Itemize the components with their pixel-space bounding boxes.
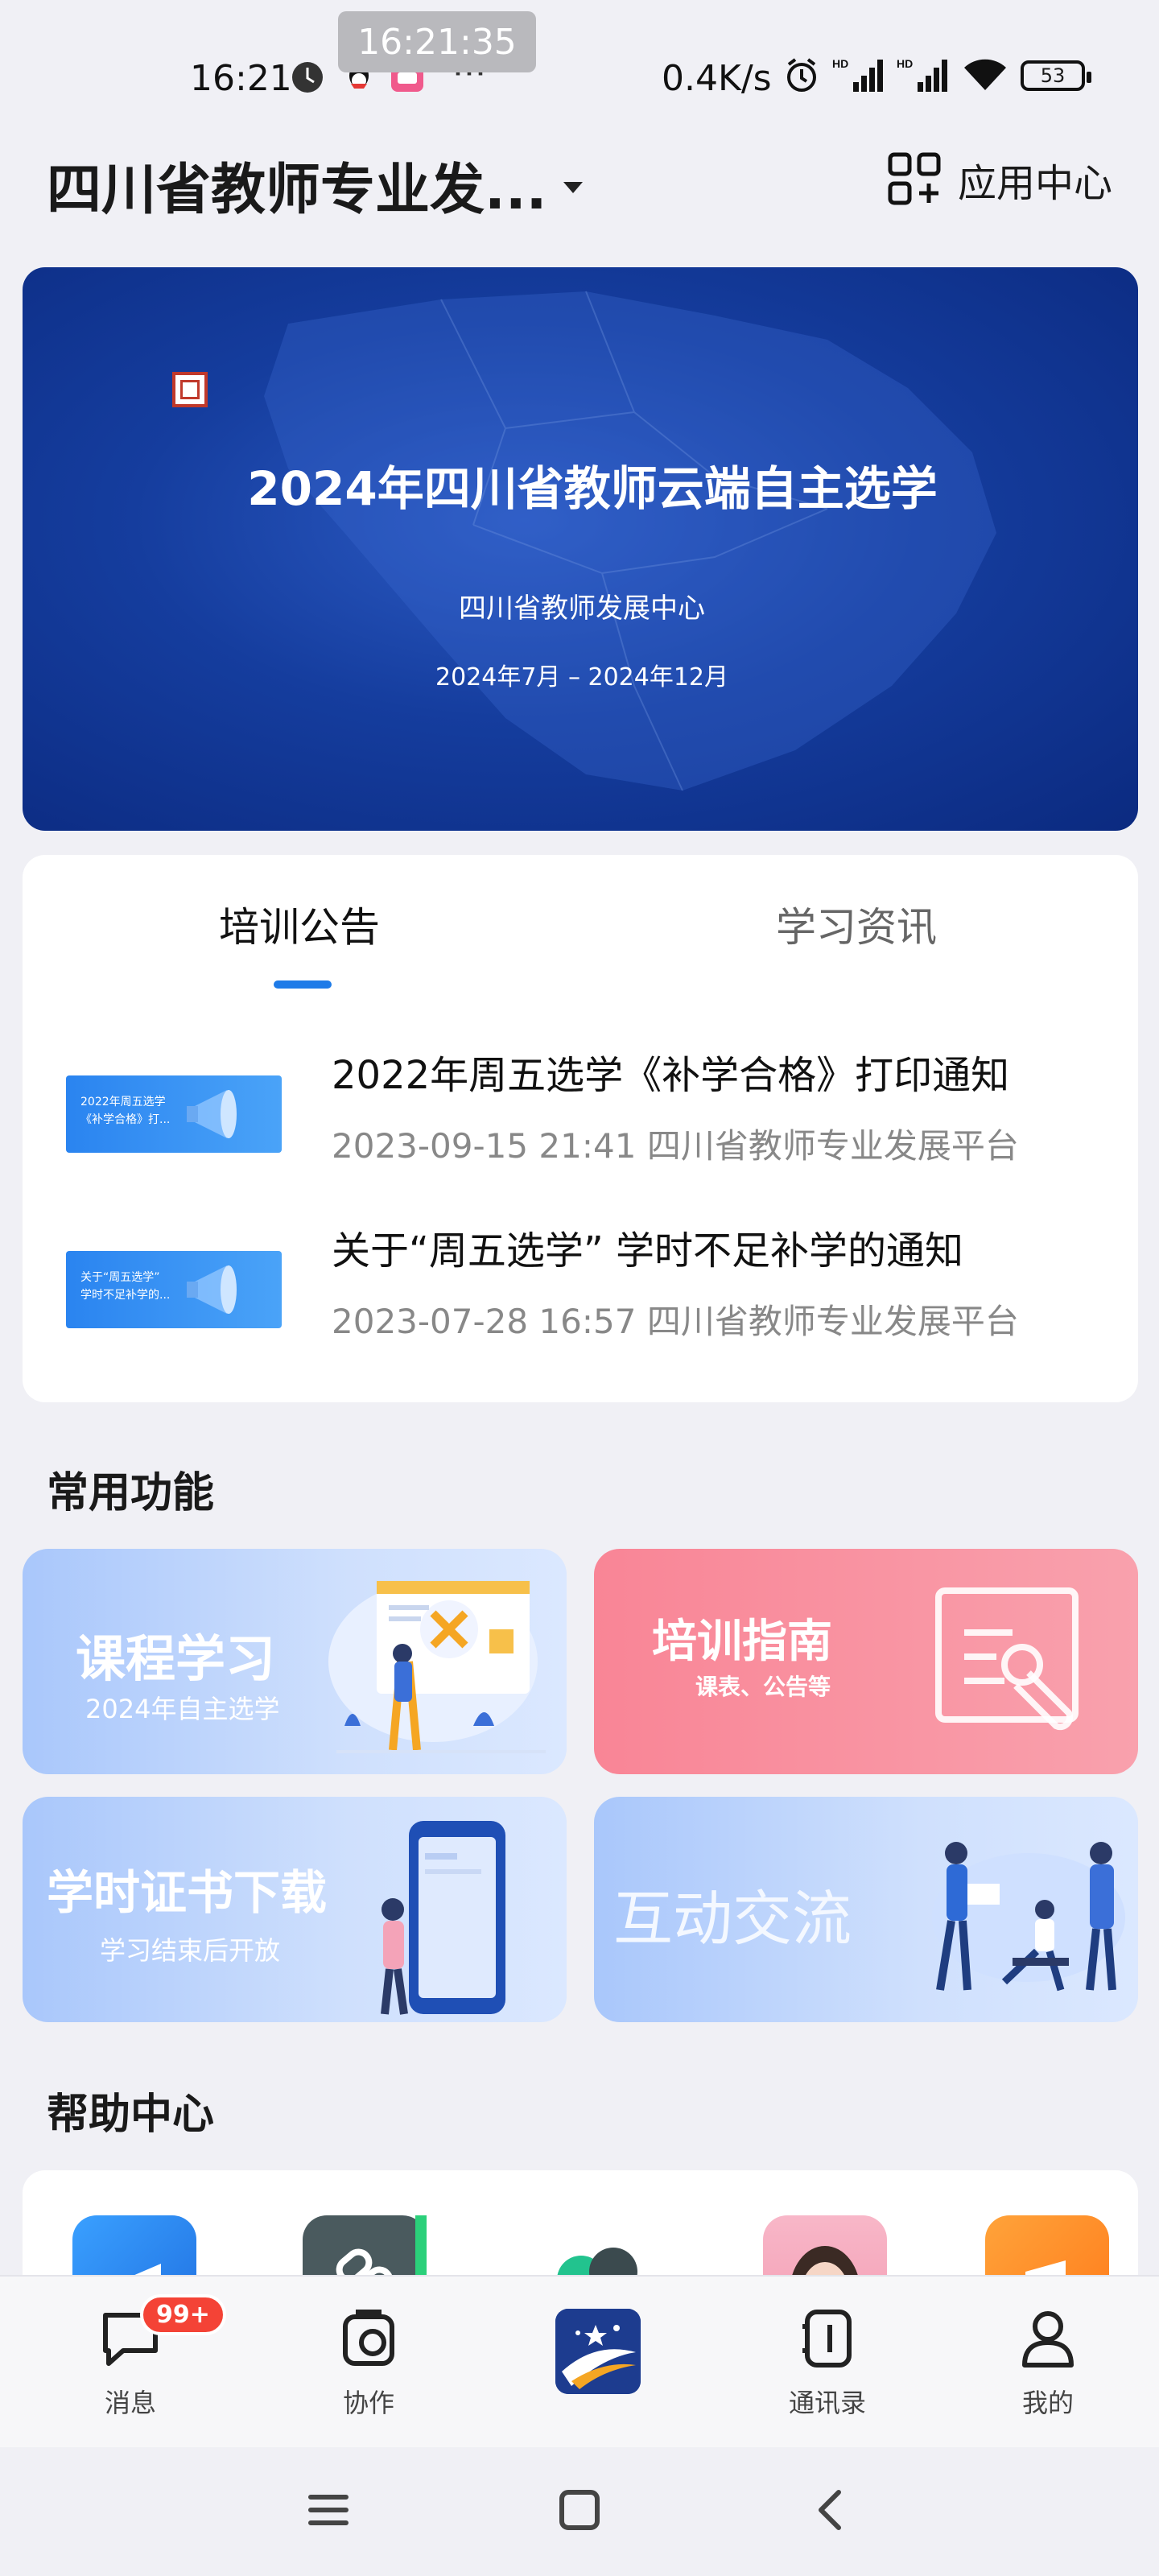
nav-label: 协作 bbox=[342, 2388, 394, 2418]
notice-item[interactable]: 2022年周五选学 《补学合格》打... 2022年周五选学《补学合格》打印通知… bbox=[23, 1024, 1138, 1185]
bottom-navigation: 99+ 消息 协作 通讯录 我的 bbox=[0, 2275, 1159, 2447]
contacts-book-icon bbox=[802, 2310, 852, 2368]
nav-label: 通讯录 bbox=[788, 2388, 866, 2418]
status-bar: 16:21 ··· 16:21:35 0.4K/s HD HD 53 bbox=[0, 0, 1159, 137]
tile-label: 培训指南 bbox=[652, 1616, 832, 1668]
svg-text:HD: HD bbox=[897, 57, 913, 70]
status-time: 16:21 bbox=[190, 58, 292, 99]
app-grid-icon bbox=[888, 152, 941, 205]
training-guide-tile[interactable]: 培训指南 课表、公告等 bbox=[594, 1549, 1138, 1774]
signal-hd-1-icon: HD bbox=[832, 57, 883, 92]
notice-card: 培训公告 学习资讯 2022年周五选学 《补学合格》打... 2022年周五选学… bbox=[23, 855, 1138, 1402]
interactive-exchange-tile[interactable]: 互动交流 bbox=[594, 1797, 1138, 2022]
promo-banner[interactable]: 2024年四川省教师云端自主选学 四川省教师发展中心 2024年7月 – 202… bbox=[23, 267, 1138, 831]
battery-indicator: 53 bbox=[1021, 60, 1091, 91]
menu-icon[interactable] bbox=[306, 2487, 351, 2533]
megaphone-icon bbox=[187, 1090, 237, 1138]
caret-down-icon bbox=[563, 181, 583, 193]
tile-label: 互动交流 bbox=[613, 1885, 852, 1954]
banner-title: 2024年四川省教师云端自主选学 bbox=[247, 461, 938, 516]
svg-text:HD: HD bbox=[832, 57, 848, 70]
system-navigation-bar bbox=[0, 2447, 1159, 2576]
clock-app-icon bbox=[292, 62, 323, 93]
notice-title: 2022年周五选学《补学合格》打印通知 bbox=[332, 1053, 1010, 1098]
org-selector[interactable]: 四川省教师专业发... bbox=[47, 145, 583, 225]
tab-learning-news[interactable]: 学习资讯 bbox=[776, 895, 937, 953]
notice-meta: 2023-09-15 21:41 四川省教师专业发展平台 bbox=[332, 1126, 1019, 1166]
thumb-line: 关于“周五选学” bbox=[80, 1271, 160, 1284]
tile-sub: 课表、公告等 bbox=[695, 1674, 831, 1700]
guide-document-icon bbox=[935, 1587, 1079, 1731]
alarm-icon bbox=[787, 58, 816, 92]
tab-training-notice[interactable]: 培训公告 bbox=[219, 895, 380, 953]
notice-meta: 2023-07-28 16:57 四川省教师专业发展平台 bbox=[332, 1302, 1019, 1341]
clock-overlay: 16:21:35 bbox=[338, 11, 536, 72]
back-arrow-icon[interactable] bbox=[808, 2487, 853, 2533]
platform-logo-icon bbox=[555, 2309, 641, 2394]
home-logo-button[interactable] bbox=[555, 2309, 641, 2394]
phone-illustration bbox=[381, 1821, 505, 2015]
certificate-download-tile[interactable]: 学时证书下载 学习结束后开放 bbox=[23, 1797, 567, 2022]
active-tab-indicator bbox=[274, 980, 332, 989]
unread-badge: 99+ bbox=[140, 2294, 226, 2335]
notice-thumbnail: 关于“周五选学” 学时不足补学的... bbox=[66, 1251, 282, 1328]
person-icon bbox=[1022, 2311, 1074, 2368]
banner-date-range: 2024年7月 – 2024年12月 bbox=[435, 663, 729, 691]
collaboration-icon bbox=[343, 2310, 394, 2366]
nav-contacts[interactable]: 通讯录 bbox=[763, 2306, 892, 2420]
tile-label: 课程学习 bbox=[76, 1629, 276, 1688]
notice-title: 关于“周五选学” 学时不足补学的通知 bbox=[332, 1228, 963, 1274]
megaphone-icon bbox=[187, 1265, 237, 1314]
people-illustration bbox=[932, 1842, 1125, 1992]
thumb-line: 《补学合格》打... bbox=[80, 1113, 171, 1126]
thumb-line: 学时不足补学的... bbox=[80, 1289, 171, 1302]
course-study-tile[interactable]: 课程学习 2024年自主选学 bbox=[23, 1549, 567, 1774]
app-center-button[interactable]: 应用中心 bbox=[887, 151, 1112, 208]
signal-hd-2-icon: HD bbox=[897, 57, 947, 92]
nav-label: 我的 bbox=[1021, 2388, 1074, 2418]
app-center-label: 应用中心 bbox=[957, 161, 1112, 206]
tile-sub: 学习结束后开放 bbox=[100, 1935, 281, 1966]
nav-profile[interactable]: 我的 bbox=[984, 2306, 1112, 2420]
org-title: 四川省教师专业发... bbox=[47, 159, 547, 222]
nav-label: 消息 bbox=[104, 2388, 156, 2418]
sichuan-map-graphic bbox=[264, 291, 996, 791]
tile-sub: 2024年自主选学 bbox=[85, 1694, 280, 1724]
nav-messages[interactable]: 99+ 消息 bbox=[66, 2294, 226, 2420]
functions-section-title: 常用功能 bbox=[47, 1469, 215, 1517]
nav-collaboration[interactable]: 协作 bbox=[304, 2306, 433, 2420]
tile-label: 学时证书下载 bbox=[47, 1865, 328, 1920]
help-section-title: 帮助中心 bbox=[47, 2091, 215, 2139]
banner-subtitle: 四川省教师发展中心 bbox=[459, 592, 705, 625]
app-header: 四川省教师专业发... 应用中心 bbox=[0, 137, 1159, 258]
home-square-icon[interactable] bbox=[557, 2487, 602, 2533]
study-illustration bbox=[328, 1581, 546, 1753]
network-speed: 0.4K/s bbox=[662, 58, 772, 99]
seal-logo-icon bbox=[172, 372, 208, 407]
wifi-icon bbox=[964, 59, 1006, 90]
notice-thumbnail: 2022年周五选学 《补学合格》打... bbox=[66, 1075, 282, 1153]
thumb-line: 2022年周五选学 bbox=[80, 1096, 166, 1108]
notice-item[interactable]: 关于“周五选学” 学时不足补学的... 关于“周五选学” 学时不足补学的通知 2… bbox=[23, 1209, 1138, 1370]
